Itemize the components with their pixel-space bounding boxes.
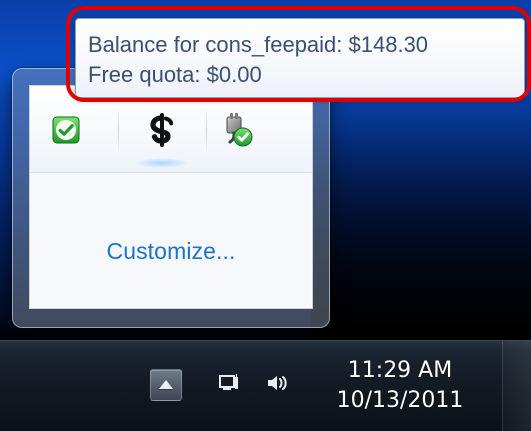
show-hidden-icons-button[interactable]	[150, 369, 182, 401]
chevron-up-icon	[159, 380, 173, 389]
tooltip-quota-line: Free quota: $0.00	[88, 62, 262, 87]
icons-divider	[118, 108, 119, 152]
tooltip-balance-line: Balance for cons_feepaid: $148.30	[88, 32, 429, 57]
volume-icon[interactable]	[262, 368, 292, 398]
icons-divider	[206, 108, 207, 152]
notification-overflow-flyout: Customize...	[12, 68, 330, 328]
customize-link[interactable]: Customize...	[30, 238, 312, 265]
power-plug-check-icon[interactable]	[216, 110, 256, 150]
clock-date: 10/13/2011	[336, 388, 464, 413]
flyout-panel: Customize...	[29, 85, 313, 309]
taskbar-clock[interactable]: 11:29 AM 10/13/2011	[330, 356, 470, 416]
balance-tooltip: Balance for cons_feepaid: $148.30 Free q…	[75, 18, 525, 98]
dollar-icon[interactable]	[136, 110, 188, 168]
network-icon[interactable]	[214, 368, 244, 398]
security-check-icon[interactable]	[46, 110, 86, 150]
clock-time: 11:29 AM	[347, 358, 453, 383]
hidden-icons-row	[30, 86, 312, 173]
